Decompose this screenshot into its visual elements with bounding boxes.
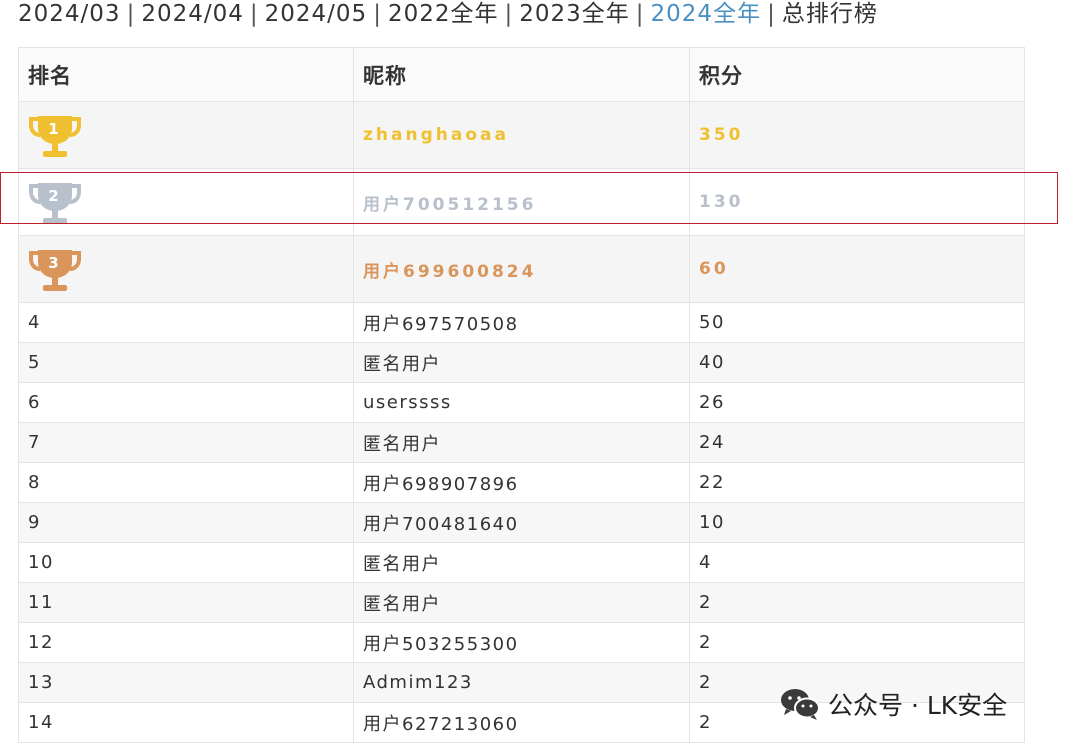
gold-trophy-icon: 1 bbox=[29, 116, 81, 157]
nav-separator: | bbox=[373, 1, 382, 27]
score-cell: 26 bbox=[689, 382, 1025, 423]
nickname-cell: userssss bbox=[353, 382, 690, 423]
rank-cell: 6 bbox=[18, 382, 354, 423]
score-cell: 2 bbox=[689, 622, 1025, 663]
table-row: 7 匿名用户 24 bbox=[18, 422, 1025, 463]
bronze-trophy-icon: 3 bbox=[29, 250, 81, 291]
period-2024-03[interactable]: 2024/03 bbox=[18, 1, 121, 27]
header-score: 积分 bbox=[689, 47, 1025, 102]
rank-cell: 1 bbox=[18, 101, 354, 169]
table-row-top-3: 3 用户699600824 60 bbox=[18, 235, 1025, 303]
nav-separator: | bbox=[126, 1, 136, 27]
nickname-cell: 匿名用户 bbox=[353, 342, 690, 383]
period-2022-full-year[interactable]: 2022全年 bbox=[388, 1, 499, 27]
table-row: 10 匿名用户 4 bbox=[18, 542, 1025, 583]
nickname-cell: 匿名用户 bbox=[353, 582, 690, 623]
score-cell: 10 bbox=[689, 502, 1025, 543]
watermark: 公众号 · LK安全 bbox=[780, 686, 1007, 722]
watermark-text: 公众号 · LK安全 bbox=[828, 691, 1008, 720]
trophy-rank-number: 3 bbox=[48, 254, 61, 272]
nickname-cell: 用户698907896 bbox=[353, 462, 690, 503]
period-2024-04[interactable]: 2024/04 bbox=[141, 1, 244, 27]
table-row-top-1: 1 zhanghaoaa 350 bbox=[18, 101, 1025, 169]
table-header-row: 排名 昵称 积分 bbox=[18, 47, 1025, 102]
table-row: 11 匿名用户 2 bbox=[18, 582, 1025, 623]
rank-cell: 4 bbox=[18, 302, 354, 343]
rank-cell: 11 bbox=[18, 582, 354, 623]
period-2024-05[interactable]: 2024/05 bbox=[265, 1, 368, 27]
nickname-cell: 用户627213060 bbox=[353, 702, 690, 743]
score-cell: 50 bbox=[689, 302, 1025, 343]
table-row: 4 用户697570508 50 bbox=[18, 302, 1025, 343]
score-cell: 24 bbox=[689, 422, 1025, 463]
score-cell: 130 bbox=[689, 168, 1025, 236]
nav-separator: | bbox=[504, 1, 514, 27]
nickname-cell: 用户503255300 bbox=[353, 622, 690, 663]
period-all-time[interactable]: 总排行榜 bbox=[782, 1, 878, 27]
score-cell: 4 bbox=[689, 542, 1025, 583]
nickname-cell: 用户700512156 bbox=[353, 168, 690, 236]
period-2024-full-year[interactable]: 2024全年 bbox=[651, 1, 762, 27]
nickname-cell: 匿名用户 bbox=[353, 422, 690, 463]
nickname-cell: zhanghaoaa bbox=[353, 101, 690, 169]
rank-cell: 2 bbox=[18, 168, 354, 236]
nickname-cell: Admim123 bbox=[353, 662, 690, 703]
rank-cell: 9 bbox=[18, 502, 354, 543]
score-cell: 350 bbox=[689, 101, 1025, 169]
table-row: 5 匿名用户 40 bbox=[18, 342, 1025, 383]
table-row: 12 用户503255300 2 bbox=[18, 622, 1025, 663]
nav-separator: | bbox=[249, 1, 259, 27]
nav-separator: | bbox=[767, 1, 776, 27]
rank-cell: 5 bbox=[18, 342, 354, 383]
score-cell: 2 bbox=[689, 582, 1025, 623]
table-row: 8 用户698907896 22 bbox=[18, 462, 1025, 503]
table-row-top-2: 2 用户700512156 130 bbox=[18, 168, 1025, 236]
header-nickname: 昵称 bbox=[353, 47, 690, 102]
nav-separator: | bbox=[635, 1, 645, 27]
rank-cell: 3 bbox=[18, 235, 354, 303]
nickname-cell: 用户697570508 bbox=[353, 302, 690, 343]
period-2023-full-year[interactable]: 2023全年 bbox=[519, 1, 630, 27]
header-rank: 排名 bbox=[18, 47, 354, 102]
wechat-icon bbox=[781, 689, 820, 720]
nickname-cell: 用户700481640 bbox=[353, 502, 690, 543]
trophy-rank-number: 1 bbox=[48, 120, 61, 138]
rank-cell: 8 bbox=[18, 462, 354, 503]
rank-cell: 14 bbox=[18, 702, 354, 743]
score-cell: 60 bbox=[689, 235, 1025, 303]
nickname-cell: 用户699600824 bbox=[353, 235, 690, 303]
nickname-cell: 匿名用户 bbox=[353, 542, 690, 583]
period-nav: 2024/03 | 2024/04 | 2024/05 | 2022全年 | 2023全年 | 20… bbox=[18, 0, 878, 28]
score-cell: 40 bbox=[689, 342, 1025, 383]
rank-cell: 12 bbox=[18, 622, 354, 663]
rank-cell: 13 bbox=[18, 662, 354, 703]
rank-cell: 7 bbox=[18, 422, 354, 463]
trophy-rank-number: 2 bbox=[48, 187, 61, 205]
rank-cell: 10 bbox=[18, 542, 354, 583]
silver-trophy-icon: 2 bbox=[29, 183, 81, 224]
table-row: 6 userssss 26 bbox=[18, 382, 1025, 423]
score-cell: 22 bbox=[689, 462, 1025, 503]
ranking-table: 排名 昵称 积分 1 zhanghaoaa 350 2 用户700512156 … bbox=[18, 47, 1025, 743]
table-row: 9 用户700481640 10 bbox=[18, 502, 1025, 543]
